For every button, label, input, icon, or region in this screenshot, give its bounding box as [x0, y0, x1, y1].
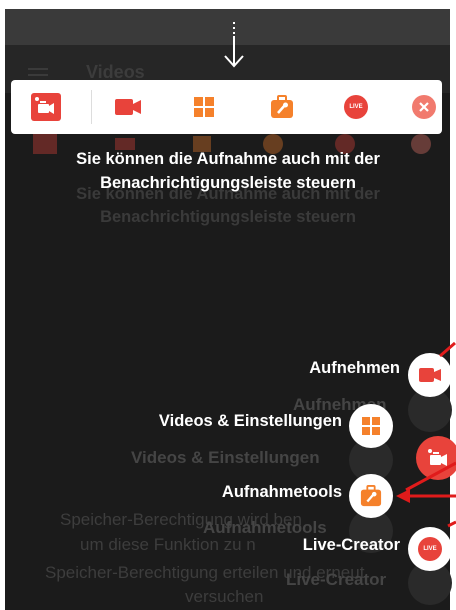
toolbox-icon — [360, 485, 382, 507]
close-icon — [412, 95, 436, 119]
live-creator-fab[interactable]: LIVE — [408, 527, 452, 571]
videos-settings-label: Videos & Einstellungen — [158, 412, 342, 430]
toolbar-record-button[interactable] — [105, 80, 151, 134]
menu-icon — [28, 68, 48, 70]
toolbar-live-button[interactable]: LIVE — [333, 80, 379, 134]
tools-fab[interactable] — [349, 474, 393, 518]
hint-line-1: Sie können die Aufnahme auch mit der — [76, 150, 380, 168]
record-fab[interactable] — [408, 353, 452, 397]
screen-frame-top — [0, 0, 456, 9]
toolbar-live-text: LIVE — [349, 104, 363, 110]
floating-camera-icon — [31, 93, 61, 121]
hint-line-2: Benachrichtigungsleiste steuern — [100, 174, 356, 192]
main-record-fab[interactable] — [416, 436, 456, 480]
floating-camera-icon — [428, 449, 447, 466]
screen-frame-right — [450, 0, 456, 610]
toolbar-close-button[interactable] — [407, 80, 441, 134]
ghost-videos-label: Videos & Einstellungen — [131, 448, 320, 467]
ghost-live-label: Live-Creator — [286, 570, 387, 589]
toolbar-divider — [91, 90, 92, 124]
toolbar-videos-button[interactable] — [181, 80, 227, 134]
pointer-arrow-icon — [224, 22, 244, 68]
video-camera-icon — [115, 99, 141, 115]
record-label: Aufnehmen — [309, 359, 400, 377]
videos-settings-fab[interactable] — [349, 404, 393, 448]
storage-text-4: versuchen — [185, 587, 264, 606]
hint-ghost-2: Benachrichtigungsleiste steuern — [100, 208, 356, 226]
notification-toolbar: LIVE — [11, 80, 442, 134]
grid-icon — [194, 97, 214, 117]
live-creator-badge-text: LIVE — [423, 546, 437, 552]
live-creator-label: Live-Creator — [302, 536, 400, 554]
tools-label: Aufnahmetools — [221, 483, 342, 501]
toolbar-tools-button[interactable] — [259, 80, 305, 134]
toolbox-icon — [271, 95, 293, 118]
ghost-tools-label: Aufnahmetools — [203, 518, 327, 537]
grid-icon — [362, 417, 380, 435]
toolbar-floating-camera-button[interactable] — [23, 80, 69, 134]
storage-text-2: um diese Funktion zu n — [80, 535, 256, 554]
video-camera-icon — [419, 368, 441, 382]
